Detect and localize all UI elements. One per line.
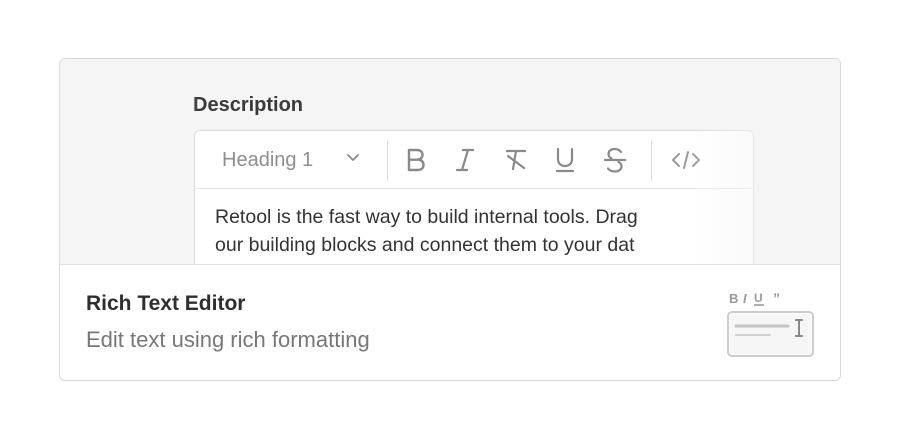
- clear-formatting-button[interactable]: [499, 143, 533, 177]
- toolbar-divider: [387, 141, 388, 181]
- svg-text:I: I: [743, 291, 747, 306]
- bold-icon: [407, 148, 425, 172]
- editor-toolbar: Heading 1: [195, 131, 753, 189]
- chevron-down-icon: [347, 154, 359, 161]
- rich-text-editor-icon: B I U ”: [727, 290, 814, 357]
- rich-text-editor: Heading 1 Retool is the fast way to buil…: [194, 130, 754, 264]
- italic-icon: [455, 148, 475, 172]
- underline-button[interactable]: [548, 143, 582, 177]
- heading-select-value: Heading 1: [222, 148, 314, 171]
- code-button[interactable]: [669, 143, 703, 177]
- editor-text-line: Retool is the fast way to build internal…: [215, 206, 638, 228]
- component-title: Rich Text Editor: [86, 292, 246, 315]
- svg-text:”: ”: [773, 290, 780, 306]
- underline-icon: [555, 147, 575, 173]
- editor-content[interactable]: Retool is the fast way to build internal…: [215, 203, 753, 259]
- field-label: Description: [193, 94, 304, 116]
- component-description: Edit text using rich formatting: [86, 327, 370, 352]
- component-card[interactable]: Description Heading 1 Retool is the fast…: [59, 58, 841, 381]
- component-preview: Description Heading 1 Retool is the fast…: [60, 59, 840, 265]
- heading-select[interactable]: Heading 1: [209, 141, 369, 179]
- editor-text-line: our building blocks and connect them to …: [215, 234, 635, 256]
- bold-button[interactable]: [399, 143, 433, 177]
- italic-button[interactable]: [448, 143, 482, 177]
- svg-text:U: U: [754, 291, 763, 305]
- preview-fade-left: [60, 59, 200, 264]
- clear-format-icon: [505, 149, 527, 171]
- strikethrough-icon: [603, 147, 627, 173]
- strikethrough-button[interactable]: [598, 143, 632, 177]
- svg-text:B: B: [729, 291, 738, 306]
- toolbar-divider: [651, 141, 652, 181]
- code-icon: [672, 151, 700, 169]
